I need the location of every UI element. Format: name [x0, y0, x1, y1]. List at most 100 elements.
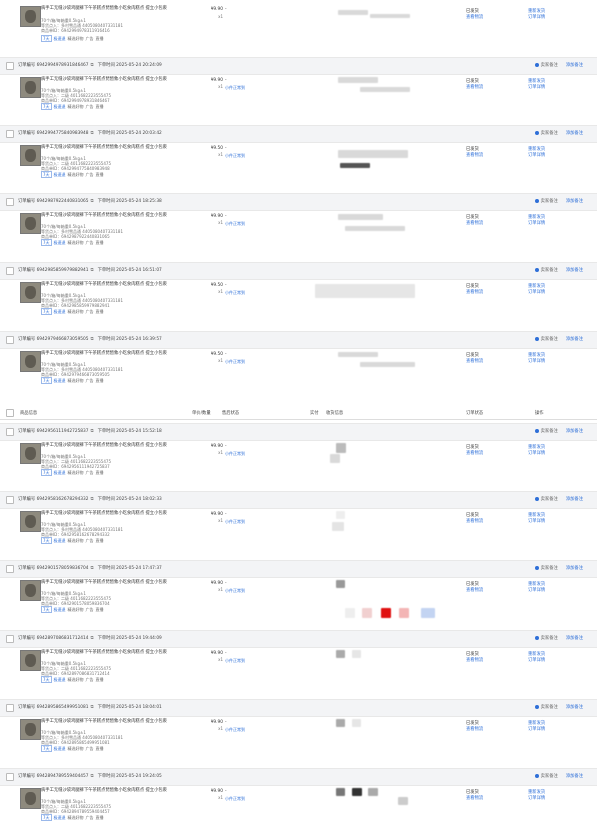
- product-title[interactable]: 病手工无缝沙袋鸡腿裤下午茶糕点琵琶象小吃食肉糕点 提立小包裹: [41, 650, 191, 655]
- copy-icon[interactable]: ⧉: [91, 429, 94, 434]
- after-sale-link[interactable]: 小件正常到: [225, 658, 245, 664]
- seller-remark-link[interactable]: 卖家备注: [541, 636, 558, 641]
- after-sale-link[interactable]: 小件正常到: [225, 221, 245, 227]
- seller-remark-link[interactable]: 卖家备注: [541, 774, 558, 779]
- add-remark-link[interactable]: 添加备注: [566, 566, 583, 571]
- copy-icon[interactable]: ⧉: [91, 199, 94, 204]
- view-logistics-link[interactable]: 查看物流: [466, 587, 483, 593]
- product-title[interactable]: 病手工无缝沙袋鸡腿裤下午茶糕点琵琶象小吃食肉糕点 提立小包裹: [41, 443, 191, 448]
- product-title[interactable]: 病手工无缝沙袋鸡腿裤下午茶糕点琵琶象小吃食肉糕点 提立小包裹: [41, 145, 191, 150]
- view-logistics-link[interactable]: 查看物流: [466, 14, 483, 20]
- select-checkbox[interactable]: [6, 565, 14, 573]
- select-checkbox[interactable]: [6, 704, 14, 712]
- view-logistics-link[interactable]: 查看物流: [466, 358, 483, 364]
- order-detail-link[interactable]: 订单详情: [528, 450, 545, 456]
- select-checkbox[interactable]: [6, 198, 14, 206]
- add-remark-link[interactable]: 添加备注: [566, 337, 583, 342]
- after-sale-link[interactable]: 小件正常到: [225, 588, 245, 594]
- product-title[interactable]: 病手工无缝沙袋鸡腿裤下午茶糕点琵琶象小吃食肉糕点 提立小包裹: [41, 213, 191, 218]
- order-detail-link[interactable]: 订单详情: [528, 289, 545, 295]
- select-checkbox[interactable]: [6, 428, 14, 436]
- product-title[interactable]: 病手工无缝沙袋鸡腿裤下午茶糕点琵琶象小吃食肉糕点 提立小包裹: [41, 788, 191, 793]
- seller-remark-link[interactable]: 卖家备注: [541, 63, 558, 68]
- seller-remark-link[interactable]: 卖家备注: [541, 705, 558, 710]
- order-detail-link[interactable]: 订单详情: [528, 84, 545, 90]
- add-remark-link[interactable]: 添加备注: [566, 199, 583, 204]
- product-thumbnail[interactable]: [20, 6, 41, 27]
- product-thumbnail[interactable]: [20, 77, 41, 98]
- product-thumbnail[interactable]: [20, 213, 41, 234]
- product-title[interactable]: 病手工无缝沙袋鸡腿裤下午茶糕点琵琶象小吃食肉糕点 提立小包裹: [41, 6, 191, 11]
- order-detail-link[interactable]: 订单详情: [528, 587, 545, 593]
- add-remark-link[interactable]: 添加备注: [566, 63, 583, 68]
- seller-remark-link[interactable]: 卖家备注: [541, 566, 558, 571]
- view-logistics-link[interactable]: 查看物流: [466, 795, 483, 801]
- after-sale-link[interactable]: 小件正常到: [225, 153, 245, 159]
- add-remark-link[interactable]: 添加备注: [566, 429, 583, 434]
- product-thumbnail[interactable]: [20, 511, 41, 532]
- copy-icon[interactable]: ⧉: [91, 705, 94, 710]
- add-remark-link[interactable]: 添加备注: [566, 497, 583, 502]
- order-detail-link[interactable]: 订单详情: [528, 358, 545, 364]
- select-all-checkbox[interactable]: [6, 409, 14, 417]
- view-logistics-link[interactable]: 查看物流: [466, 152, 483, 158]
- after-sale-link[interactable]: 小件正常到: [225, 796, 245, 802]
- select-checkbox[interactable]: [6, 130, 14, 138]
- add-remark-link[interactable]: 添加备注: [566, 268, 583, 273]
- product-title[interactable]: 病手工无缝沙袋鸡腿裤下午茶糕点琵琶象小吃食肉糕点 提立小包裹: [41, 511, 191, 516]
- view-logistics-link[interactable]: 查看物流: [466, 220, 483, 226]
- add-remark-link[interactable]: 添加备注: [566, 705, 583, 710]
- select-checkbox[interactable]: [6, 773, 14, 781]
- product-thumbnail[interactable]: [20, 580, 41, 601]
- copy-icon[interactable]: ⧉: [91, 497, 94, 502]
- view-logistics-link[interactable]: 查看物流: [466, 84, 483, 90]
- copy-icon[interactable]: ⧉: [91, 63, 94, 68]
- product-title[interactable]: 病手工无缝沙袋鸡腿裤下午茶糕点琵琶象小吃食肉糕点 提立小包裹: [41, 282, 191, 287]
- select-checkbox[interactable]: [6, 496, 14, 504]
- product-title[interactable]: 病手工无缝沙袋鸡腿裤下午茶糕点琵琶象小吃食肉糕点 提立小包裹: [41, 719, 191, 724]
- order-detail-link[interactable]: 订单详情: [528, 14, 545, 20]
- order-detail-link[interactable]: 订单详情: [528, 220, 545, 226]
- copy-icon[interactable]: ⧉: [91, 131, 94, 136]
- copy-icon[interactable]: ⧉: [91, 636, 94, 641]
- product-title[interactable]: 病手工无缝沙袋鸡腿裤下午茶糕点琵琶象小吃食肉糕点 提立小包裹: [41, 77, 191, 82]
- product-thumbnail[interactable]: [20, 282, 41, 303]
- select-checkbox[interactable]: [6, 336, 14, 344]
- seller-remark-link[interactable]: 卖家备注: [541, 268, 558, 273]
- order-detail-link[interactable]: 订单详情: [528, 152, 545, 158]
- order-detail-link[interactable]: 订单详情: [528, 657, 545, 663]
- copy-icon[interactable]: ⧉: [91, 566, 94, 571]
- view-logistics-link[interactable]: 查看物流: [466, 726, 483, 732]
- after-sale-link[interactable]: 小件正常到: [225, 451, 245, 457]
- product-thumbnail[interactable]: [20, 650, 41, 671]
- add-remark-link[interactable]: 添加备注: [566, 131, 583, 136]
- product-thumbnail[interactable]: [20, 719, 41, 740]
- seller-remark-link[interactable]: 卖家备注: [541, 497, 558, 502]
- copy-icon[interactable]: ⧉: [91, 268, 94, 273]
- product-thumbnail[interactable]: [20, 351, 41, 372]
- copy-icon[interactable]: ⧉: [91, 337, 94, 342]
- after-sale-link[interactable]: 小件正常到: [225, 727, 245, 733]
- view-logistics-link[interactable]: 查看物流: [466, 450, 483, 456]
- seller-remark-link[interactable]: 卖家备注: [541, 199, 558, 204]
- order-detail-link[interactable]: 订单详情: [528, 726, 545, 732]
- product-title[interactable]: 病手工无缝沙袋鸡腿裤下午茶糕点琵琶象小吃食肉糕点 提立小包裹: [41, 580, 191, 585]
- order-detail-link[interactable]: 订单详情: [528, 518, 545, 524]
- view-logistics-link[interactable]: 查看物流: [466, 518, 483, 524]
- product-thumbnail[interactable]: [20, 443, 41, 464]
- seller-remark-link[interactable]: 卖家备注: [541, 429, 558, 434]
- seller-remark-link[interactable]: 卖家备注: [541, 131, 558, 136]
- after-sale-link[interactable]: 小件正常到: [225, 519, 245, 525]
- view-logistics-link[interactable]: 查看物流: [466, 289, 483, 295]
- view-logistics-link[interactable]: 查看物流: [466, 657, 483, 663]
- select-checkbox[interactable]: [6, 267, 14, 275]
- order-detail-link[interactable]: 订单详情: [528, 795, 545, 801]
- copy-icon[interactable]: ⧉: [91, 774, 94, 779]
- select-checkbox[interactable]: [6, 635, 14, 643]
- after-sale-link[interactable]: 小件正常到: [225, 85, 245, 91]
- product-title[interactable]: 病手工无缝沙袋鸡腿裤下午茶糕点琵琶象小吃食肉糕点 提立小包裹: [41, 351, 191, 356]
- product-thumbnail[interactable]: [20, 788, 41, 809]
- seller-remark-link[interactable]: 卖家备注: [541, 337, 558, 342]
- add-remark-link[interactable]: 添加备注: [566, 636, 583, 641]
- after-sale-link[interactable]: 小件正常到: [225, 290, 245, 296]
